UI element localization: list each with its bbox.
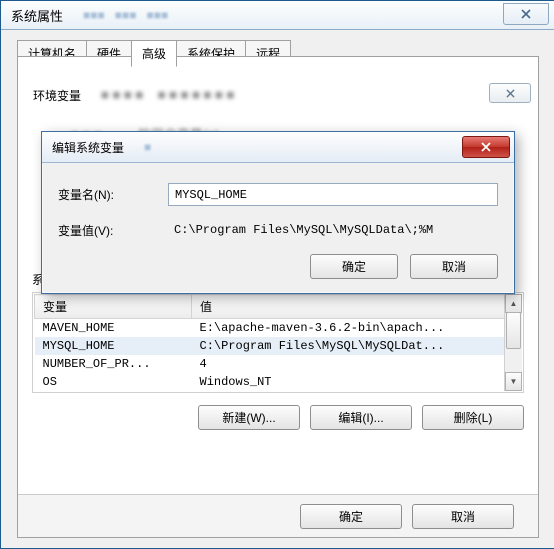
dialog-close-button[interactable] bbox=[462, 136, 510, 158]
value-variable-value: C:\Program Files\MySQL\MySQLData\;%M bbox=[168, 220, 498, 240]
panel-ok-button[interactable]: 确定 bbox=[300, 504, 402, 529]
blurred-text: ■ ■ ■ ■ ■ ■ ■ ■ ■ ■ ■ bbox=[101, 87, 234, 102]
tab-advanced[interactable]: 高级 bbox=[131, 40, 177, 67]
dialog-button-row: 确定 取消 bbox=[58, 254, 498, 279]
system-variables-box: 变量 值 MAVEN_HOMEE:\apache-maven-3.6.2-bin… bbox=[32, 292, 524, 393]
env-vars-label: 环境变量 bbox=[33, 87, 81, 104]
titlebar-blur-text: ■■■ ■■■ ■■■ bbox=[83, 8, 168, 22]
close-icon bbox=[521, 9, 531, 19]
panel-cancel-button[interactable]: 取消 bbox=[412, 504, 514, 529]
titlebar: 系统属性 ■■■ ■■■ ■■■ bbox=[1, 1, 554, 30]
panel-bottom-bar: 确定 取消 bbox=[18, 494, 538, 537]
dialog-titlebar: 编辑系统变量 ■ bbox=[42, 132, 514, 163]
scroll-thumb[interactable] bbox=[506, 312, 521, 349]
system-properties-window: 系统属性 ■■■ ■■■ ■■■ 计算机名 硬件 高级 系统保护 远程 系统变量… bbox=[0, 0, 554, 549]
scroll-down-icon[interactable]: ▼ bbox=[505, 372, 522, 391]
window-title: 系统属性 bbox=[11, 6, 63, 25]
scroll-up-icon[interactable]: ▲ bbox=[505, 294, 522, 313]
scroll-track[interactable] bbox=[505, 312, 522, 373]
input-variable-name[interactable] bbox=[168, 183, 498, 206]
delete-button[interactable]: 删除(L) bbox=[422, 405, 524, 430]
edit-variable-dialog: 编辑系统变量 ■ 变量名(N): 变量值(V): C:\Program File… bbox=[41, 131, 515, 294]
table-row[interactable]: MYSQL_HOMEC:\Program Files\MySQL\MySQLDa… bbox=[35, 337, 522, 355]
edit-button[interactable]: 编辑(I)... bbox=[310, 405, 412, 430]
row-variable-name: 变量名(N): bbox=[58, 183, 498, 206]
dialog-title-blur: ■ bbox=[144, 140, 151, 154]
dialog-ok-button[interactable]: 确定 bbox=[310, 254, 398, 279]
system-variables-group: 系统变量(S) 变量 值 MAVEN_HOMEE:\apache-maven-3… bbox=[32, 271, 524, 430]
label-variable-name: 变量名(N): bbox=[58, 186, 168, 203]
dialog-body: 变量名(N): 变量值(V): C:\Program Files\MySQL\M… bbox=[42, 163, 514, 293]
sysvar-button-row: 新建(W)... 编辑(I)... 删除(L) bbox=[32, 405, 524, 430]
close-icon bbox=[480, 142, 492, 152]
system-variables-table[interactable]: 变量 值 MAVEN_HOMEE:\apache-maven-3.6.2-bin… bbox=[34, 294, 522, 391]
new-button[interactable]: 新建(W)... bbox=[198, 405, 300, 430]
dialog-title-text: 编辑系统变量 bbox=[52, 139, 124, 156]
table-row[interactable]: OSWindows_NT bbox=[35, 373, 522, 391]
scrollbar[interactable]: ▲ ▼ bbox=[504, 294, 522, 391]
col-variable[interactable]: 变量 bbox=[35, 295, 192, 319]
close-icon bbox=[506, 89, 515, 98]
row-variable-value: 变量值(V): C:\Program Files\MySQL\MySQLData… bbox=[58, 220, 498, 240]
table-row[interactable]: NUMBER_OF_PR...4 bbox=[35, 355, 522, 373]
col-value[interactable]: 值 bbox=[192, 295, 522, 319]
env-close-button[interactable] bbox=[489, 83, 531, 103]
window-close-button[interactable] bbox=[503, 3, 549, 25]
table-row[interactable]: MAVEN_HOMEE:\apache-maven-3.6.2-bin\apac… bbox=[35, 319, 522, 338]
dialog-cancel-button[interactable]: 取消 bbox=[410, 254, 498, 279]
label-variable-value: 变量值(V): bbox=[58, 222, 168, 239]
